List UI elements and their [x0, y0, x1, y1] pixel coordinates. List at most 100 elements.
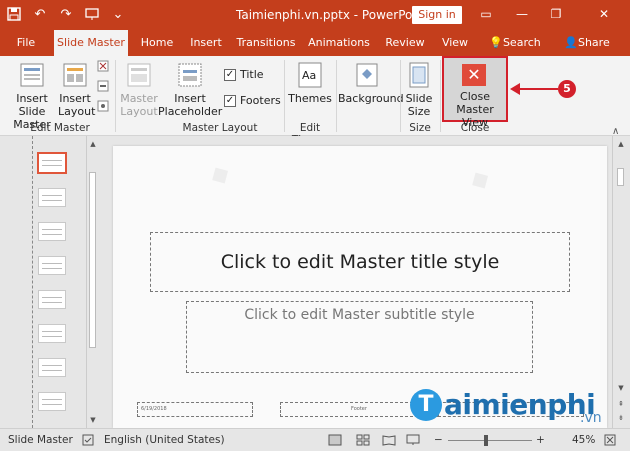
- title-placeholder-text: Click to edit Master title style: [220, 251, 500, 273]
- layout-thumbnail[interactable]: [38, 222, 66, 241]
- button-label: Themes: [288, 92, 332, 105]
- footer-text: Footer: [351, 406, 367, 412]
- zoom-slider[interactable]: [448, 440, 532, 441]
- close-master-view-button[interactable]: Close Master View: [444, 90, 506, 129]
- slide-master-icon: [20, 63, 44, 87]
- tab-label: Share: [577, 36, 610, 49]
- layout-icon: [63, 63, 87, 87]
- slide-size-icon: [409, 62, 429, 88]
- lightbulb-icon: 💡: [489, 36, 503, 49]
- scrollbar-thumb[interactable]: [89, 172, 96, 348]
- slideshow-icon[interactable]: [406, 434, 420, 449]
- ribbon-display-options-icon[interactable]: ▭: [476, 5, 496, 23]
- thumbnail-divider: [32, 136, 33, 428]
- layout-thumbnail[interactable]: [38, 256, 66, 275]
- button-label: Slide Size: [405, 92, 433, 118]
- footers-checkbox[interactable]: ✓ Footers: [224, 94, 281, 107]
- language-status[interactable]: English (United States): [104, 434, 225, 446]
- group-label-master-layout: Master Layout: [182, 122, 258, 134]
- canvas-scroll-track[interactable]: ▲ ▼ ⇞ ⇟: [615, 136, 627, 428]
- group-separator: [400, 60, 401, 132]
- placeholder-icon: [178, 63, 202, 87]
- layout-thumbnail[interactable]: [38, 358, 66, 377]
- button-label: Master Layout: [120, 92, 158, 118]
- tab-search[interactable]: 💡Search: [484, 30, 546, 56]
- save-icon[interactable]: [6, 6, 22, 22]
- slide-master-thumbnail[interactable]: [37, 152, 67, 174]
- canvas-scrollbar[interactable]: ▲ ▼ ⇞ ⇟: [612, 136, 630, 428]
- scroll-down-icon[interactable]: ▼: [87, 414, 99, 426]
- ribbon-tabs: File Slide Master Home Insert Transition…: [0, 30, 630, 56]
- insert-slide-master-button[interactable]: Insert Slide Master: [4, 60, 60, 131]
- scrollbar-thumb[interactable]: [617, 168, 624, 186]
- layout-thumbnail[interactable]: [38, 290, 66, 309]
- close-icon: ✕: [462, 64, 486, 86]
- person-icon: 👤: [564, 36, 578, 49]
- themes-button[interactable]: Aa Themes: [288, 60, 332, 105]
- layout-thumbnail[interactable]: [38, 188, 66, 207]
- button-label: Close Master View: [456, 90, 494, 129]
- tab-share[interactable]: 👤Share: [562, 30, 612, 56]
- delete-icon[interactable]: [96, 60, 110, 75]
- insert-layout-button[interactable]: Insert Layout: [58, 60, 95, 118]
- button-label: Background: [338, 92, 404, 105]
- tab-label: View: [441, 36, 469, 49]
- rename-icon[interactable]: [96, 80, 110, 95]
- title-placeholder[interactable]: Click to edit Master title style: [150, 232, 570, 292]
- tab-file[interactable]: File: [8, 30, 44, 56]
- master-layout-button[interactable]: Master Layout: [118, 60, 160, 118]
- logo-letter: T: [410, 388, 442, 421]
- tab-view[interactable]: View: [436, 30, 474, 56]
- group-label-edit-master: Edit Master: [30, 122, 90, 134]
- background-button[interactable]: Background: [338, 60, 404, 105]
- sign-in-button[interactable]: Sign in: [412, 6, 462, 24]
- checkbox-label: Title: [240, 68, 264, 81]
- title-checkbox[interactable]: ✓ Title: [224, 68, 264, 81]
- previous-slide-icon[interactable]: ⇞: [615, 398, 627, 410]
- tab-review[interactable]: Review: [382, 30, 428, 56]
- normal-view-icon[interactable]: [328, 434, 342, 449]
- reading-view-icon[interactable]: [382, 434, 396, 449]
- scroll-down-icon[interactable]: ▼: [615, 382, 627, 394]
- tab-insert[interactable]: Insert: [186, 30, 226, 56]
- scroll-up-icon[interactable]: ▲: [87, 138, 99, 150]
- scroll-up-icon[interactable]: ▲: [615, 138, 627, 150]
- zoom-in-icon[interactable]: +: [536, 434, 545, 446]
- background-icon: [356, 63, 378, 87]
- checkbox-label: Footers: [240, 94, 281, 107]
- insert-placeholder-button[interactable]: Insert Placeholder: [158, 60, 222, 118]
- start-from-beginning-icon[interactable]: [84, 6, 100, 22]
- zoom-level[interactable]: 45%: [572, 434, 595, 446]
- window-title: Taimienphi.vn.pptx - PowerPoint: [236, 8, 429, 22]
- maximize-icon[interactable]: ❐: [546, 5, 566, 23]
- tab-label: Home: [140, 36, 174, 49]
- checkmark-icon: ✓: [224, 94, 236, 107]
- tab-label: Insert: [190, 36, 222, 49]
- slide-size-button[interactable]: Slide Size: [402, 60, 436, 118]
- zoom-slider-handle[interactable]: [484, 435, 488, 446]
- fit-slide-icon[interactable]: [604, 434, 616, 449]
- slide-sorter-icon[interactable]: [356, 434, 370, 449]
- spelling-icon[interactable]: [82, 434, 94, 449]
- minimize-icon[interactable]: —: [512, 5, 532, 23]
- tab-slide-master[interactable]: Slide Master: [54, 30, 128, 56]
- preserve-icon[interactable]: [96, 100, 110, 115]
- close-window-icon[interactable]: ✕: [594, 5, 614, 23]
- view-status: Slide Master: [8, 434, 73, 446]
- next-slide-icon[interactable]: ⇟: [615, 412, 627, 424]
- group-separator: [336, 60, 337, 132]
- tab-animations[interactable]: Animations: [306, 30, 372, 56]
- tab-home[interactable]: Home: [136, 30, 178, 56]
- tab-transitions[interactable]: Transitions: [236, 30, 296, 56]
- redo-icon[interactable]: ↷: [58, 6, 74, 22]
- subtitle-placeholder[interactable]: Click to edit Master subtitle style: [186, 301, 533, 373]
- customize-qat-icon[interactable]: ⌄: [110, 6, 126, 22]
- thumbnail-scrollbar[interactable]: ▲ ▼: [86, 136, 98, 428]
- zoom-out-icon[interactable]: −: [434, 434, 443, 446]
- date-placeholder[interactable]: 6/19/2018: [137, 402, 253, 417]
- layout-thumbnail[interactable]: [38, 392, 66, 411]
- date-text: 6/19/2018: [141, 406, 167, 412]
- undo-icon[interactable]: ↶: [32, 6, 48, 22]
- group-separator: [440, 60, 441, 132]
- layout-thumbnail[interactable]: [38, 324, 66, 343]
